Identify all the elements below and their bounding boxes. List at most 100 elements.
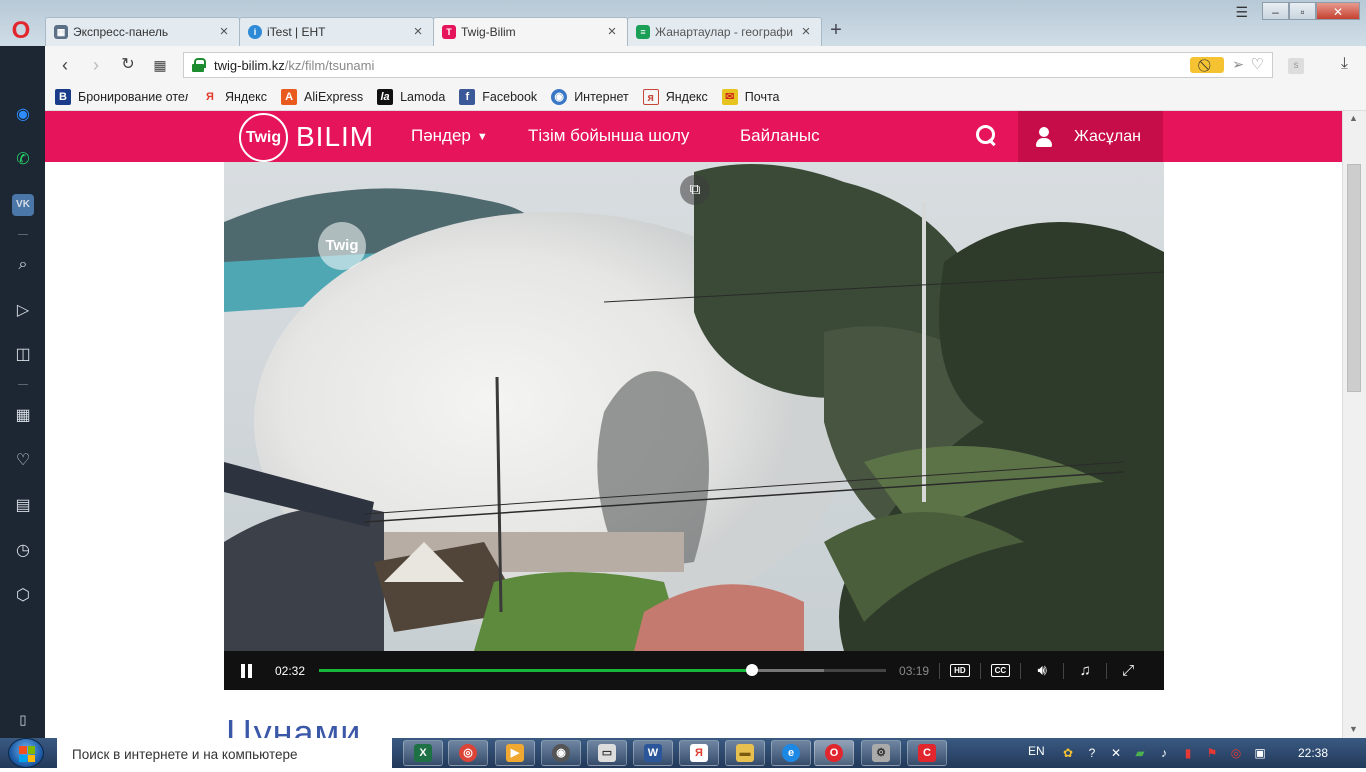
- news-icon[interactable]: ▤: [12, 495, 34, 517]
- user-menu[interactable]: Жасұлан: [1018, 111, 1163, 162]
- tab-twig-bilim[interactable]: T Twig-Bilim ×: [433, 17, 628, 46]
- browser-sidebar: ◉ ✆ VK ⌕ ▷ ◫ ▦ ♡ ▤ ◷ ⬡ ▯: [0, 46, 45, 738]
- minimize-icon[interactable]: –: [1262, 2, 1289, 20]
- taskbar-clock[interactable]: 22:38: [1298, 746, 1328, 760]
- reload-icon[interactable]: ↻: [117, 55, 139, 75]
- bookmark-label: AliExpress: [304, 90, 364, 104]
- search-icon[interactable]: ⌕: [12, 254, 34, 276]
- tab-menu-icon[interactable]: ☰: [1235, 4, 1248, 21]
- extensions-icon[interactable]: ⬡: [12, 585, 34, 607]
- progress-handle[interactable]: [745, 664, 758, 676]
- adblock-icon[interactable]: ⃠: [1190, 57, 1224, 73]
- back-icon[interactable]: ‹: [54, 55, 76, 75]
- progress-bar[interactable]: [319, 664, 887, 676]
- tab-express-panel[interactable]: ▦ Экспресс-панель ×: [45, 17, 240, 46]
- heart-icon[interactable]: ♡: [12, 450, 34, 472]
- taskbar-camera[interactable]: ◉: [541, 740, 581, 766]
- taskbar-yandex[interactable]: Я: [679, 740, 719, 766]
- flower-tray-icon[interactable]: ✿: [1060, 745, 1076, 761]
- extension-icon[interactable]: s: [1288, 58, 1304, 74]
- volume-icon[interactable]: 🔊︎: [1031, 662, 1053, 679]
- bookmark-yandex-2[interactable]: я Яндекс: [642, 89, 708, 105]
- bookmark-internet[interactable]: ◉ Интернет: [551, 89, 629, 105]
- bookmark-yandex[interactable]: Я Яндекс: [202, 89, 267, 105]
- bookmark-booking[interactable]: B Бронирование отел: [55, 89, 188, 105]
- language-indicator[interactable]: EN: [1028, 744, 1045, 758]
- help-tray-icon[interactable]: ?: [1084, 745, 1100, 761]
- taskbar-opera-2[interactable]: C: [907, 740, 947, 766]
- send-icon[interactable]: ▷: [12, 300, 34, 322]
- taskbar-excel[interactable]: X: [403, 740, 443, 766]
- taskbar-search-input[interactable]: Поиск в интернете и на компьютере: [57, 738, 392, 768]
- taskbar-media-player[interactable]: ▶: [495, 740, 535, 766]
- bookmarks-bar: B Бронирование отел Я Яндекс A AliExpres…: [45, 84, 1366, 111]
- taskbar-chrome[interactable]: ◎: [448, 740, 488, 766]
- flag-tray-icon[interactable]: ⚑: [1204, 745, 1220, 761]
- url-host: twig-bilim.kz: [214, 57, 285, 73]
- window-controls: – ▫ ✕: [1262, 2, 1360, 20]
- taskbar-explorer[interactable]: ▬: [725, 740, 765, 766]
- close-icon[interactable]: ×: [605, 24, 619, 39]
- battery-tray-icon[interactable]: ▮: [1180, 745, 1196, 761]
- nav-browse[interactable]: Тізім бойынша шолу: [528, 126, 689, 146]
- sidebar-toggle-icon[interactable]: ▯: [12, 709, 34, 731]
- tab-zhanartaular[interactable]: ≡ Жанартаулар - географи ×: [627, 17, 822, 46]
- tab-title: iTest | ЕНТ: [267, 25, 326, 39]
- whatsapp-icon[interactable]: ✆: [12, 149, 34, 171]
- opera-logo-icon[interactable]: O: [8, 18, 34, 44]
- scroll-thumb[interactable]: [1347, 164, 1361, 392]
- network-tray-icon[interactable]: ▰: [1132, 745, 1148, 761]
- speed-dial-icon[interactable]: ▦: [149, 55, 171, 75]
- volume-tray-icon[interactable]: ♪: [1156, 745, 1172, 761]
- pause-icon[interactable]: [240, 663, 254, 678]
- window-close-icon[interactable]: ✕: [1316, 2, 1360, 20]
- bookmark-aliexpress[interactable]: A AliExpress: [281, 89, 363, 105]
- tab-title: Twig-Bilim: [461, 25, 516, 39]
- close-icon[interactable]: ×: [411, 24, 425, 39]
- maximize-icon[interactable]: ▫: [1289, 2, 1316, 20]
- chrome-icon: ◎: [459, 744, 477, 762]
- site-logo[interactable]: Twig BILIM: [239, 112, 374, 162]
- site-search-icon[interactable]: [974, 123, 998, 147]
- monitor-tray-icon[interactable]: ▣: [1252, 745, 1268, 761]
- taskbar-ie[interactable]: e: [771, 740, 811, 766]
- send-icon[interactable]: ➢: [1232, 56, 1244, 73]
- taskbar-window[interactable]: ▭: [587, 740, 627, 766]
- audio-description-icon[interactable]: ♫: [1074, 662, 1096, 679]
- close-icon[interactable]: ×: [217, 24, 231, 39]
- scroll-up-icon[interactable]: ▲: [1349, 113, 1358, 123]
- fullscreen-icon[interactable]: ⤢: [1117, 662, 1139, 679]
- forward-icon[interactable]: ›: [85, 55, 107, 75]
- close-icon[interactable]: ×: [799, 24, 813, 39]
- bookmark-heart-icon[interactable]: ♡: [1251, 55, 1264, 73]
- page-scrollbar[interactable]: ▲ ▼: [1342, 111, 1366, 738]
- bookmark-facebook[interactable]: f Facebook: [459, 89, 537, 105]
- bookmark-lamoda[interactable]: la Lamoda: [377, 89, 445, 105]
- target-tray-icon[interactable]: ◎: [1228, 745, 1244, 761]
- popout-icon[interactable]: ⧉: [680, 175, 710, 205]
- x-tray-icon[interactable]: ✕: [1108, 745, 1124, 761]
- video-frame[interactable]: [224, 162, 1164, 651]
- taskbar-opera[interactable]: O: [814, 740, 854, 766]
- word-icon: W: [644, 744, 662, 762]
- new-tab-button[interactable]: +: [821, 17, 851, 46]
- start-button[interactable]: [8, 738, 44, 768]
- hd-button[interactable]: HD: [950, 664, 970, 677]
- video-player[interactable]: Twig ⧉ 02:32 03:19 HD CC 🔊︎ ♫ ⤢: [224, 162, 1164, 690]
- download-icon[interactable]: ⤓: [1341, 55, 1348, 73]
- vk-icon[interactable]: VK: [12, 194, 34, 216]
- nav-contact[interactable]: Байланыс: [740, 126, 820, 146]
- messenger-icon[interactable]: ◉: [12, 104, 34, 126]
- tab-itest[interactable]: i iTest | ЕНТ ×: [239, 17, 434, 46]
- history-icon[interactable]: ◷: [12, 540, 34, 562]
- taskbar-word[interactable]: W: [633, 740, 673, 766]
- cc-button[interactable]: CC: [990, 664, 1011, 677]
- scroll-down-icon[interactable]: ▼: [1349, 724, 1358, 734]
- globe-icon: ◉: [551, 89, 568, 105]
- url-input[interactable]: twig-bilim.kz/kz/film/tsunami ⃠ ➢ ♡: [183, 52, 1273, 78]
- nav-subjects[interactable]: Пәндер ▼: [411, 126, 488, 146]
- bookmark-pochta[interactable]: ✉ Почта: [721, 89, 780, 105]
- camera-icon[interactable]: ◫: [12, 344, 34, 366]
- speed-dial-icon[interactable]: ▦: [12, 405, 34, 427]
- taskbar-tools[interactable]: ⚙: [861, 740, 901, 766]
